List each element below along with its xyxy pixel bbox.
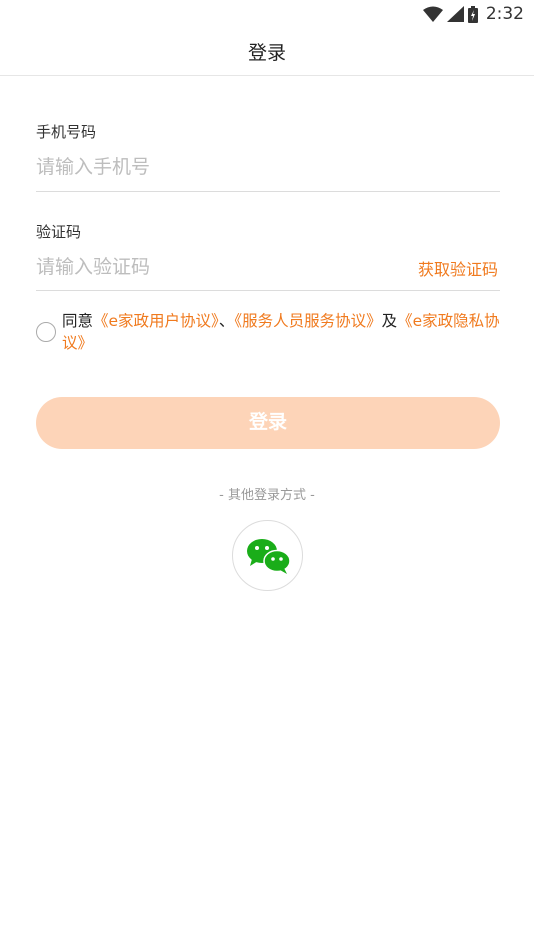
status-icons: 2:32 [422,4,524,24]
login-button[interactable]: 登录 [36,397,500,449]
battery-icon [467,5,478,23]
phone-input[interactable] [36,154,336,180]
get-code-button[interactable]: 获取验证码 [418,256,498,280]
wechat-login-button[interactable] [232,520,303,591]
wechat-icon [247,539,291,574]
agreement-prefix: 同意 [62,312,94,330]
user-agreement-link[interactable]: 《e家政用户协议》 [93,312,219,330]
wifi-icon [422,6,443,22]
agreement-separator: 、 [218,312,235,330]
agreement-and: 及 [381,312,398,330]
header: 登录 [0,28,534,76]
page-title: 登录 [247,42,286,64]
agreement-text: 同意《e家政用户协议》、《服务人员服务协议》及《e家政隐私协议》 [62,310,504,354]
code-input[interactable] [36,254,296,280]
agreement-checkbox[interactable] [36,322,56,342]
code-divider [36,290,500,291]
code-label: 验证码 [36,223,82,241]
phone-label: 手机号码 [36,123,97,141]
other-login-label: - 其他登录方式 - [219,488,315,503]
phone-divider [36,191,500,192]
service-agreement-link[interactable]: 《服务人员服务协议》 [234,312,381,330]
status-bar: 2:32 [0,0,534,28]
cellular-signal-icon [446,6,464,22]
status-time: 2:32 [485,4,524,24]
